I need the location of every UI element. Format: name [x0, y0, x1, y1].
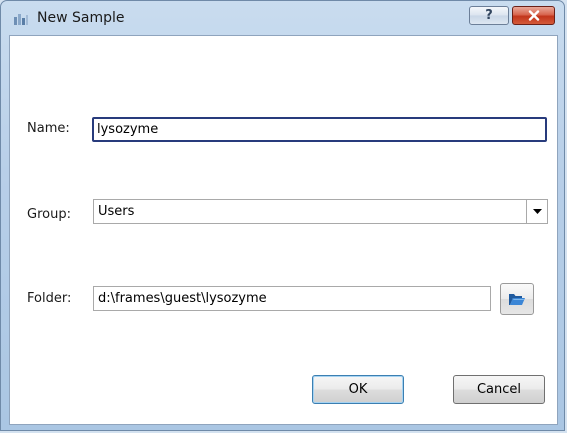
folder-label: Folder: — [27, 291, 72, 306]
close-icon — [528, 10, 539, 21]
name-field-value: lysozyme — [97, 122, 159, 137]
help-button[interactable]: ? — [469, 6, 509, 25]
ok-button-label: OK — [348, 382, 368, 397]
window-title: New Sample — [37, 10, 125, 26]
dialog-window: New Sample ? Name: lysozyme Group: Users… — [0, 0, 565, 431]
name-field[interactable]: lysozyme — [92, 117, 547, 142]
browse-folder-button[interactable] — [500, 283, 534, 315]
group-dropdown-button[interactable] — [526, 200, 547, 223]
cancel-button[interactable]: Cancel — [453, 375, 545, 404]
folder-browse-icon — [509, 294, 525, 305]
app-icon — [14, 14, 28, 25]
name-label: Name: — [27, 121, 70, 136]
dropdown-arrow-icon — [532, 209, 542, 214]
close-button[interactable] — [512, 6, 555, 25]
folder-field-value: d:\frames\guest\lysozyme — [98, 291, 267, 306]
cancel-button-label: Cancel — [476, 382, 522, 397]
group-select[interactable]: Users — [93, 199, 548, 224]
ok-button[interactable]: OK — [312, 375, 404, 404]
title-bar[interactable]: New Sample ? — [1, 1, 564, 35]
group-select-value: Users — [98, 204, 135, 219]
folder-field[interactable]: d:\frames\guest\lysozyme — [93, 286, 491, 311]
group-label: Group: — [27, 207, 71, 222]
help-icon: ? — [485, 8, 493, 23]
dialog-body: Name: lysozyme Group: Users Folder: d:\f… — [9, 35, 558, 425]
